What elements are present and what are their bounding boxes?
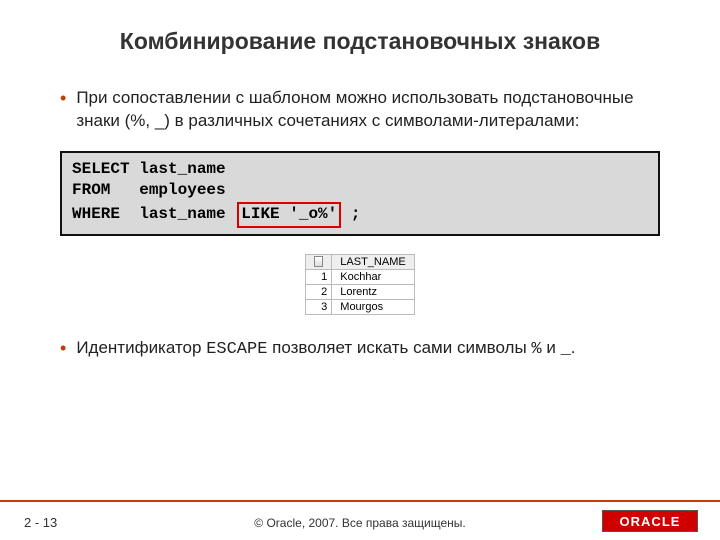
slide-content: • При сопоставлении с шаблоном можно исп… bbox=[0, 87, 720, 540]
code-line-3: WHERE last_name LIKE '_o%' ; bbox=[72, 202, 648, 228]
slide-title: Комбинирование подстановочных знаков bbox=[0, 28, 720, 55]
table-corner-cell bbox=[306, 254, 332, 269]
table-header-row: LAST_NAME bbox=[306, 254, 414, 269]
bullet-1-text: При сопоставлении с шаблоном можно испол… bbox=[76, 87, 660, 133]
cell-lastname: Lorentz bbox=[332, 284, 414, 299]
bullet-2-and: и bbox=[542, 338, 561, 357]
row-number: 1 bbox=[306, 269, 332, 284]
bullet-dot-icon: • bbox=[60, 337, 66, 362]
column-header-lastname: LAST_NAME bbox=[332, 254, 414, 269]
bullet-2-text: Идентификатор ESCAPE позволяет искать са… bbox=[76, 337, 660, 362]
cell-lastname: Mourgos bbox=[332, 299, 414, 314]
table-row: 1 Kochhar bbox=[306, 269, 414, 284]
bullet-2-escape-code: ESCAPE bbox=[206, 340, 267, 359]
bullet-2-end: . bbox=[571, 338, 576, 357]
bullet-2-percent: % bbox=[531, 340, 541, 359]
code-line-3a: WHERE last_name bbox=[72, 205, 235, 223]
footer: 2 - 13 © Oracle, 2007. Все права защищен… bbox=[0, 502, 720, 540]
table-row: 3 Mourgos bbox=[306, 299, 414, 314]
row-number: 2 bbox=[306, 284, 332, 299]
bullet-1: • При сопоставлении с шаблоном можно исп… bbox=[60, 87, 660, 133]
bullet-2: • Идентификатор ESCAPE позволяет искать … bbox=[60, 337, 660, 362]
table-row: 2 Lorentz bbox=[306, 284, 414, 299]
bullet-2-pre: Идентификатор bbox=[76, 338, 206, 357]
cell-lastname: Kochhar bbox=[332, 269, 414, 284]
row-number: 3 bbox=[306, 299, 332, 314]
result-table: LAST_NAME 1 Kochhar 2 Lorentz 3 Mourgos bbox=[305, 254, 414, 315]
slide: Комбинирование подстановочных знаков • П… bbox=[0, 0, 720, 540]
code-line-1: SELECT last_name bbox=[72, 159, 648, 181]
code-highlight-like: LIKE '_o%' bbox=[237, 202, 341, 228]
sql-code-box: SELECT last_name FROM employees WHERE la… bbox=[60, 151, 660, 236]
bullet-dot-icon: • bbox=[60, 87, 66, 133]
oracle-logo: ORACLE bbox=[602, 510, 698, 532]
column-icon bbox=[314, 256, 323, 267]
code-line-2: FROM employees bbox=[72, 180, 648, 202]
bullet-2-underscore: _ bbox=[561, 340, 571, 359]
code-line-3c: ; bbox=[341, 205, 360, 223]
bullet-2-mid: позволяет искать сами символы bbox=[267, 338, 531, 357]
